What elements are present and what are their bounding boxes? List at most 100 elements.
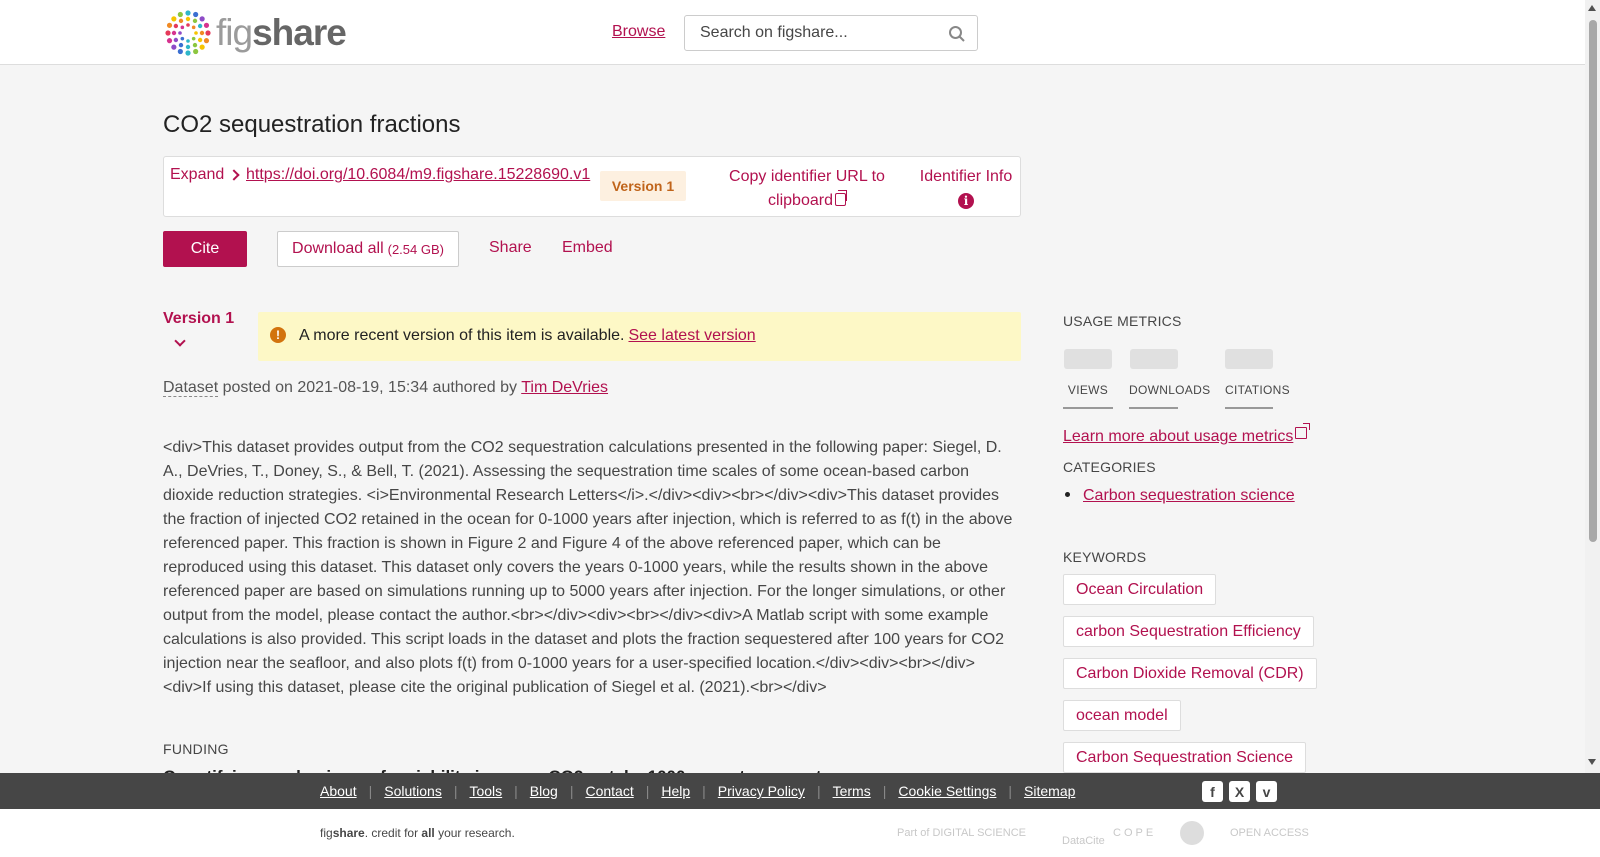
footer-link-terms[interactable]: Terms	[833, 783, 871, 799]
scrollbar[interactable]	[1585, 0, 1600, 773]
footer-tagline: figshare. credit for all your research.	[320, 826, 515, 840]
warning-icon: !	[270, 327, 286, 343]
browse-link[interactable]: Browse	[612, 23, 665, 41]
expand-button[interactable]: Expand	[170, 166, 240, 184]
copy-icon	[834, 190, 847, 206]
cite-button[interactable]: Cite	[163, 231, 247, 267]
doi-link[interactable]: https://doi.org/10.6084/m9.figshare.1522…	[246, 166, 590, 184]
figshare-logo[interactable]: figshare	[163, 8, 347, 58]
metric-underline	[1129, 407, 1178, 409]
author-link[interactable]: Tim DeVries	[521, 379, 608, 396]
metric-citations[interactable]: CITATIONS	[1225, 349, 1290, 409]
keyword-tag[interactable]: carbon Sequestration Efficiency	[1063, 616, 1314, 647]
bullet-icon	[1065, 492, 1070, 497]
metric-downloads[interactable]: DOWNLOADS	[1129, 349, 1211, 409]
metric-views[interactable]: VIEWS	[1063, 349, 1113, 409]
cope-logo[interactable]: COPE	[1113, 819, 1156, 847]
figshare-logo-icon	[165, 10, 211, 56]
external-link-icon	[1295, 423, 1311, 439]
category-link[interactable]: Carbon sequestration science	[1083, 487, 1295, 504]
logo-wordmark: figshare	[216, 12, 347, 53]
separator: |	[453, 783, 458, 799]
alert-text: A more recent version of this item is av…	[299, 327, 625, 344]
copy-label-line2: clipboard	[768, 192, 833, 209]
footer-link-help[interactable]: Help	[661, 783, 690, 799]
info-icon: i	[958, 193, 974, 209]
footer-link-solutions[interactable]: Solutions	[384, 783, 442, 799]
partner-circle-icon	[1180, 821, 1204, 845]
separator: |	[882, 783, 887, 799]
footer-link-contact[interactable]: Contact	[585, 783, 633, 799]
footer-link-privacy[interactable]: Privacy Policy	[718, 783, 805, 799]
footer-link-tools[interactable]: Tools	[469, 783, 502, 799]
download-size: (2.54 GB)	[387, 241, 444, 257]
item-description: <div>This dataset provides output from t…	[163, 439, 1013, 696]
site-header: figshare Browse	[0, 0, 1585, 65]
footer-link-sitemap[interactable]: Sitemap	[1024, 783, 1075, 799]
download-label: Download all	[292, 240, 384, 257]
chevron-down-icon[interactable]	[174, 335, 186, 347]
alert-message: A more recent version of this item is av…	[299, 327, 756, 345]
separator: |	[514, 783, 518, 799]
footer-links: About | Solutions | Tools | Blog | Contact | …	[320, 783, 1075, 799]
footer-link-about[interactable]: About	[320, 783, 357, 799]
datacite-logo[interactable]: DataCite	[1062, 819, 1105, 847]
category-item: Carbon sequestration science	[1065, 487, 1295, 505]
separator: |	[1008, 783, 1013, 799]
identifier-box: Expand https://doi.org/10.6084/m9.figsha…	[163, 156, 1021, 217]
footer-link-blog[interactable]: Blog	[530, 783, 558, 799]
item-type[interactable]: Dataset	[163, 379, 219, 397]
usage-metrics-heading: USAGE METRICS	[1063, 313, 1182, 329]
scroll-up-arrow[interactable]	[1588, 5, 1596, 11]
keyword-tag[interactable]: Carbon Dioxide Removal (CDR)	[1063, 658, 1317, 689]
digital-science-logo[interactable]: Part of DIGITAL SCIENCE	[897, 819, 1026, 847]
chevron-right-icon	[228, 169, 240, 181]
separator: |	[569, 783, 574, 799]
separator: |	[702, 783, 706, 799]
funding-heading: FUNDING	[163, 741, 229, 757]
metric-underline	[1225, 407, 1273, 409]
version-selector[interactable]: Version 1	[163, 310, 234, 328]
expand-label: Expand	[170, 166, 225, 183]
embed-button[interactable]: Embed	[562, 239, 613, 257]
keywords-heading: KEYWORDS	[1063, 549, 1147, 565]
metric-value-placeholder	[1064, 349, 1112, 369]
separator: |	[368, 783, 373, 799]
vimeo-icon[interactable]: v	[1256, 781, 1277, 802]
keyword-tag[interactable]: Carbon Sequestration Science	[1063, 742, 1307, 773]
keyword-tag[interactable]: ocean model	[1063, 700, 1181, 731]
item-meta: Dataset posted on 2021-08-19, 15:34 auth…	[163, 379, 608, 397]
posted-text: posted on 2021-08-19, 15:34 authored by	[222, 379, 518, 396]
scroll-down-arrow[interactable]	[1588, 759, 1596, 765]
metric-label: CITATIONS	[1225, 383, 1290, 397]
facebook-icon[interactable]: f	[1202, 781, 1223, 802]
learn-more-label: Learn more about usage metrics	[1063, 428, 1294, 445]
download-all-button[interactable]: Download all (2.54 GB)	[277, 231, 459, 267]
metric-label: VIEWS	[1067, 383, 1109, 397]
partner-badge-icon[interactable]	[1180, 819, 1204, 847]
copy-label-line1: Copy identifier URL to	[729, 168, 885, 185]
x-twitter-icon[interactable]: X	[1229, 781, 1250, 802]
footer-bottom: figshare. credit for all your research. …	[0, 809, 1600, 857]
footer-nav: About | Solutions | Tools | Blog | Contact | …	[0, 773, 1600, 809]
search-icon[interactable]	[948, 25, 966, 43]
identifier-info-button[interactable]: Identifier Info i	[916, 165, 1016, 213]
copy-identifier-button[interactable]: Copy identifier URL to clipboard	[712, 165, 902, 213]
metric-label: DOWNLOADS	[1129, 383, 1211, 397]
metric-value-placeholder	[1225, 349, 1273, 369]
metric-underline	[1063, 407, 1113, 409]
footer-link-cookie-settings[interactable]: Cookie Settings	[898, 783, 996, 799]
learn-more-metrics-link[interactable]: Learn more about usage metrics	[1063, 423, 1311, 446]
search-input[interactable]	[700, 24, 930, 42]
keyword-tag[interactable]: Ocean Circulation	[1063, 574, 1217, 605]
see-latest-version-link[interactable]: See latest version	[628, 327, 755, 344]
identifier-info-label: Identifier Info	[919, 168, 1013, 185]
metric-value-placeholder	[1129, 349, 1178, 369]
newer-version-alert: ! A more recent version of this item is …	[258, 312, 1021, 361]
separator: |	[645, 783, 650, 799]
version-badge: Version 1	[600, 171, 686, 201]
share-button[interactable]: Share	[489, 239, 532, 257]
open-access-logo[interactable]: OPEN ACCESS	[1230, 819, 1309, 847]
item-title: CO2 sequestration fractions	[163, 111, 461, 138]
scrollbar-thumb[interactable]	[1589, 20, 1597, 542]
